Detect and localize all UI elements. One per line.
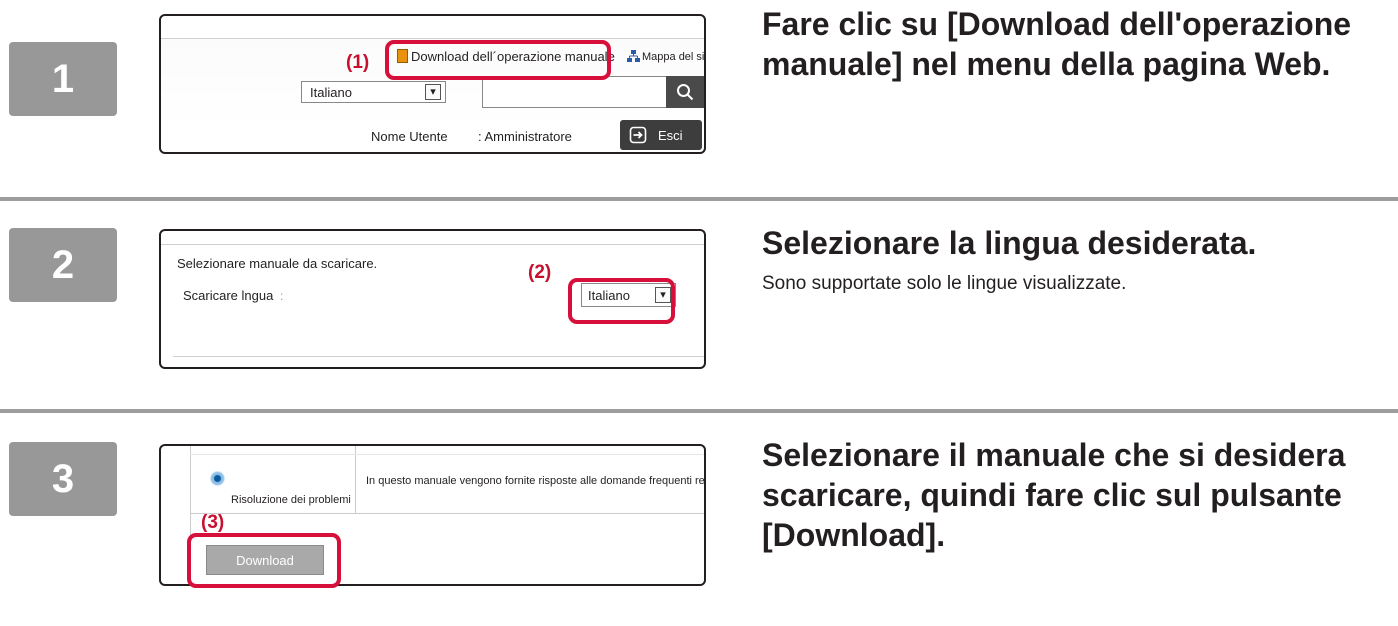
step-1-screenshot: Download dell´operazione manuale Mappa d… (159, 14, 706, 154)
callout-1: (1) (346, 52, 370, 73)
highlight-manual-link (385, 40, 611, 80)
step-3-heading: Selezionare il manuale che si desidera s… (762, 437, 1346, 553)
radio-icon[interactable] (210, 471, 225, 486)
language-label: Scaricare lngua : (183, 288, 284, 303)
divider-1 (0, 197, 1398, 201)
step-number: 2 (51, 242, 75, 287)
user-label: Nome Utente (371, 129, 448, 144)
language-select[interactable]: Italiano ▾ (301, 81, 446, 103)
divider-2 (0, 409, 1398, 413)
search-button[interactable] (666, 76, 704, 108)
user-value: : Amministratore (478, 129, 572, 144)
step-3-badge: 3 (9, 442, 117, 516)
step-number: 3 (51, 456, 75, 501)
dialog-title: Selezionare manuale da scaricare. (177, 256, 378, 271)
search-input[interactable] (482, 76, 667, 108)
step-number: 1 (51, 56, 75, 101)
sitemap-icon (627, 50, 640, 62)
highlight-language-select (568, 278, 675, 324)
callout-2: (2) (528, 262, 552, 283)
callout-3: (3) (201, 512, 225, 533)
bottom-rule (161, 152, 201, 153)
sitemap-link[interactable]: Mappa del sito (627, 50, 704, 63)
header-rule (190, 454, 704, 455)
step-2-heading: Selezionare la lingua desiderata. (762, 225, 1257, 261)
step-1-heading: Fare clic su [Download dell'operazione m… (762, 6, 1352, 82)
step-2-description: Sono supportate solo le lingue visualizz… (762, 273, 1127, 294)
chevron-down-icon: ▾ (425, 84, 441, 100)
manual-description: In questo manuale vengono fornite rispos… (366, 475, 706, 487)
highlight-download-button (187, 533, 341, 588)
search-icon (677, 84, 694, 101)
bottom-rule (173, 356, 704, 357)
row-rule (190, 513, 704, 514)
logout-button[interactable]: Esci (620, 120, 702, 150)
step-1-badge: 1 (9, 42, 117, 116)
logout-icon (629, 126, 647, 144)
step-2-badge: 2 (9, 228, 117, 302)
top-rule (161, 244, 704, 245)
manual-title: Risoluzione dei problemi (231, 494, 351, 506)
column-rule (355, 446, 356, 514)
